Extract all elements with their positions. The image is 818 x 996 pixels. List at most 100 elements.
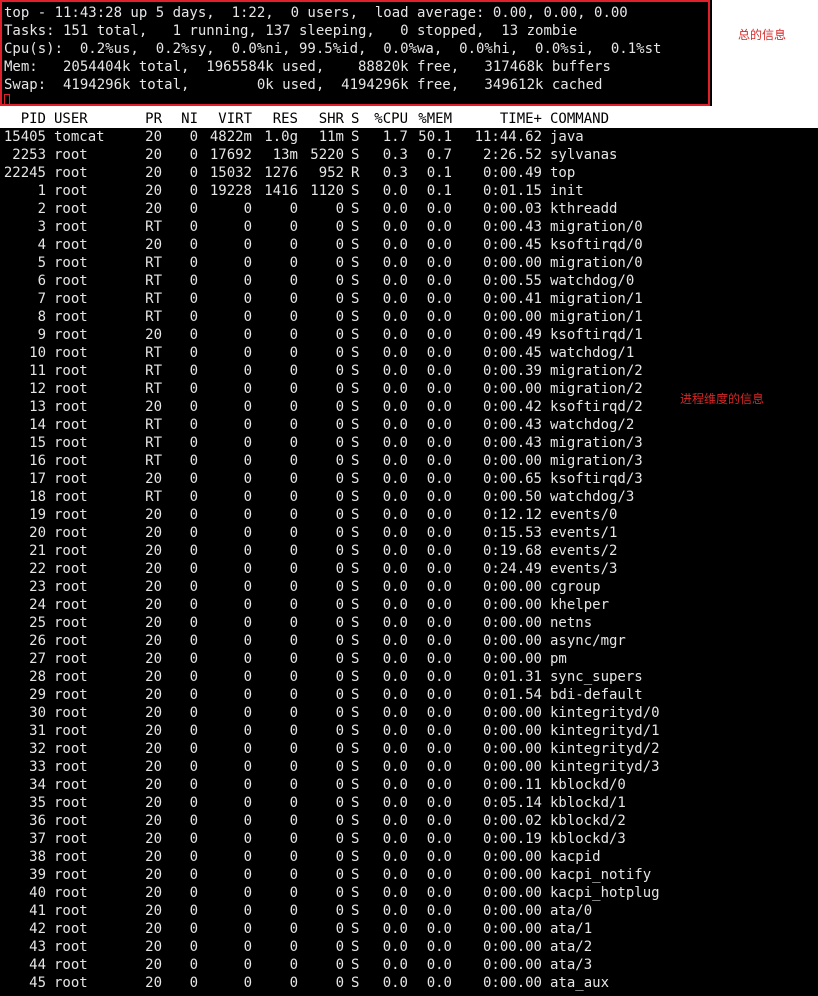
cell-mem: 0.0: [426, 381, 452, 397]
cell-state: S: [351, 669, 360, 685]
cell-shr: 0: [335, 201, 344, 217]
cell-pid: 8: [37, 309, 46, 325]
cell-virt: 0: [243, 435, 252, 451]
cell-user: root: [54, 525, 88, 541]
cell-pid: 4: [37, 237, 46, 253]
cell-state: S: [351, 723, 360, 739]
cell-pid: 18: [29, 489, 46, 505]
cell-mem: 0.0: [426, 705, 452, 721]
cell-time: 0:00.11: [482, 777, 542, 793]
cell-res: 0: [289, 381, 298, 397]
cell-pid: 7: [37, 291, 46, 307]
cell-state: S: [351, 957, 360, 973]
cell-state: S: [351, 507, 360, 523]
cell-time: 0:00.00: [482, 957, 542, 973]
cell-command: watchdog/3: [550, 489, 635, 505]
cell-user: root: [54, 885, 88, 901]
cell-cpu: 1.7: [382, 129, 408, 145]
cell-cpu: 0.0: [382, 939, 408, 955]
cell-res: 0: [289, 543, 298, 559]
cell-time: 11:44.62: [474, 129, 542, 145]
cell-shr: 11m: [318, 129, 344, 145]
cell-time: 0:00.49: [482, 327, 542, 343]
cell-cpu: 0.0: [382, 273, 408, 289]
cell-ni: 0: [189, 669, 198, 685]
cell-cpu: 0.0: [382, 561, 408, 577]
cell-virt: 0: [243, 543, 252, 559]
cell-state: S: [351, 687, 360, 703]
cell-res: 0: [289, 417, 298, 433]
cell-mem: 0.0: [426, 921, 452, 937]
header-mem: %MEM: [418, 111, 452, 127]
cell-ni: 0: [189, 615, 198, 631]
cell-command: ata/1: [550, 921, 593, 937]
cell-virt: 0: [243, 615, 252, 631]
cell-cpu: 0.0: [382, 975, 408, 991]
cell-res: 0: [289, 795, 298, 811]
cell-time: 0:00.39: [482, 363, 542, 379]
cell-pid: 38: [29, 849, 46, 865]
cell-pr: 20: [145, 615, 162, 631]
cell-user: root: [54, 363, 88, 379]
cell-cpu: 0.0: [382, 237, 408, 253]
cell-pr: 20: [145, 201, 162, 217]
process-list: 15405 tomcat 20 0 4822m 1.0g 11m S 1.7 50.1 11:44.…: [0, 128, 818, 996]
cell-ni: 0: [189, 741, 198, 757]
cell-mem: 0.0: [426, 813, 452, 829]
cell-cpu: 0.0: [382, 777, 408, 793]
cell-shr: 0: [335, 615, 344, 631]
cell-user: root: [54, 399, 88, 415]
cell-command: bdi-default: [550, 687, 643, 703]
cell-virt: 0: [243, 525, 252, 541]
cell-cpu: 0.0: [382, 543, 408, 559]
cell-shr: 0: [335, 561, 344, 577]
cell-command: watchdog/2: [550, 417, 635, 433]
cell-shr: 0: [335, 975, 344, 991]
cell-pid: 14: [29, 417, 46, 433]
cell-res: 0: [289, 777, 298, 793]
cell-command: ata_aux: [550, 975, 610, 991]
cell-shr: 0: [335, 669, 344, 685]
cell-pr: RT: [145, 489, 162, 505]
cell-shr: 0: [335, 849, 344, 865]
cell-mem: 0.0: [426, 597, 452, 613]
cell-virt: 0: [243, 687, 252, 703]
cell-user: root: [54, 759, 88, 775]
cell-shr: 0: [335, 795, 344, 811]
cell-shr: 0: [335, 723, 344, 739]
cell-ni: 0: [189, 201, 198, 217]
cell-shr: 0: [335, 399, 344, 415]
cell-mem: 0.0: [426, 669, 452, 685]
cell-pid: 16: [29, 453, 46, 469]
cell-mem: 0.7: [426, 147, 452, 163]
cell-virt: 0: [243, 741, 252, 757]
cell-command: events/1: [550, 525, 618, 541]
cell-res: 0: [289, 219, 298, 235]
cell-cpu: 0.0: [382, 255, 408, 271]
cell-state: S: [351, 345, 360, 361]
cell-time: 0:12.12: [482, 507, 542, 523]
cell-user: root: [54, 183, 88, 199]
cell-user: root: [54, 975, 88, 991]
cell-state: S: [351, 579, 360, 595]
cell-state: S: [351, 561, 360, 577]
cell-cpu: 0.0: [382, 813, 408, 829]
cell-command: ata/2: [550, 939, 593, 955]
cell-pid: 22: [29, 561, 46, 577]
cell-time: 0:00.00: [482, 867, 542, 883]
cell-virt: 0: [243, 831, 252, 847]
cell-user: root: [54, 345, 88, 361]
cell-shr: 0: [335, 345, 344, 361]
terminal-window[interactable]: top - 11:43:28 up 5 days, 1:22, 0 users,…: [0, 0, 818, 996]
cell-pr: RT: [145, 219, 162, 235]
cell-mem: 0.0: [426, 507, 452, 523]
cell-pid: 44: [29, 957, 46, 973]
cell-mem: 0.0: [426, 489, 452, 505]
cell-shr: 0: [335, 921, 344, 937]
cell-state: S: [351, 903, 360, 919]
cell-time: 0:00.00: [482, 309, 542, 325]
cell-time: 0:00.43: [482, 219, 542, 235]
cell-ni: 0: [189, 723, 198, 739]
cell-shr: 0: [335, 597, 344, 613]
cell-shr: 0: [335, 489, 344, 505]
